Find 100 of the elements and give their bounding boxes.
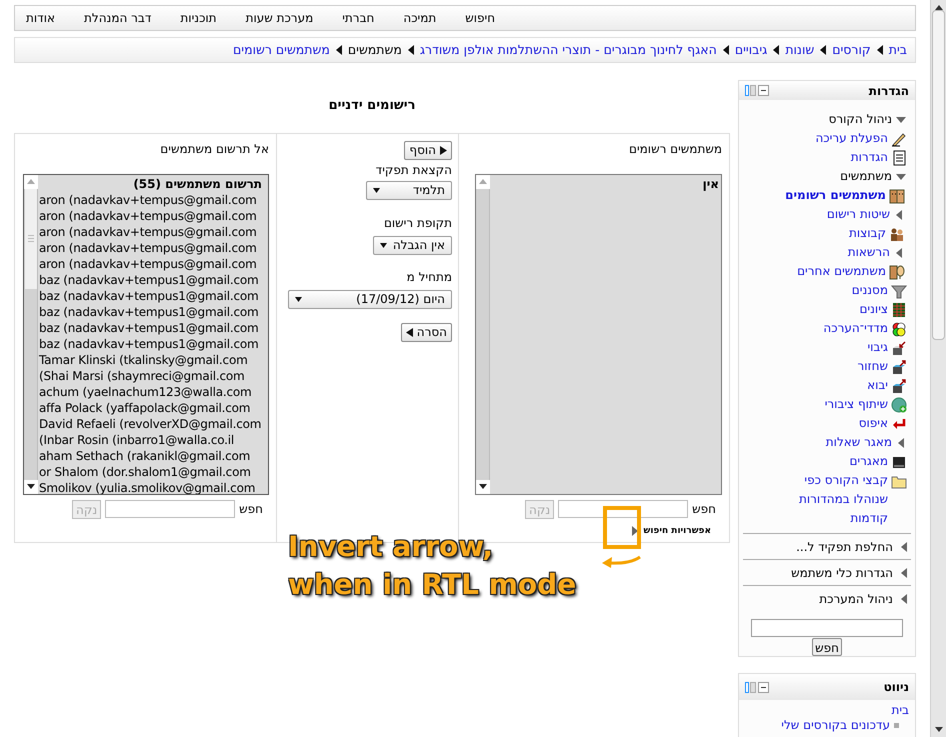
sidebar-section-link[interactable]: החלפת תפקיד ל...: [796, 538, 893, 556]
search-field[interactable]: [558, 500, 688, 518]
nav-link[interactable]: תמיכה: [403, 9, 436, 27]
listbox-option[interactable]: David Refaeli (revolverXD@gmail.com: [38, 416, 268, 432]
sidebar-link[interactable]: קבוצות: [849, 224, 886, 243]
block-controls-icon[interactable]: [745, 682, 769, 692]
users-listbox[interactable]: [23, 174, 269, 494]
breadcrumb-link[interactable]: האגף לחינוך מבוגרים - תוצרי ההשתלמות אולפן משודרג: [420, 40, 717, 60]
breadcrumb-link[interactable]: שונות: [785, 40, 814, 60]
nav-link[interactable]: חיפוש: [465, 9, 496, 27]
current-page-link[interactable]: משתמשים רשומים: [785, 186, 886, 205]
listbox-option[interactable]: baz (nadavkav+tempus1@gmail.com: [38, 320, 268, 336]
listbox-option[interactable]: affa Polack (yaffapolack@gmail.com: [38, 400, 268, 416]
scrollbar-thumb[interactable]: [932, 10, 945, 340]
sidebar-link[interactable]: הרשאות: [848, 243, 890, 262]
remove-button[interactable]: הסרה: [400, 322, 452, 342]
listbox-option[interactable]: aron (nadavkav+tempus@gmail.com: [38, 256, 268, 272]
scrollbar-thumb[interactable]: [24, 188, 36, 288]
sidebar-section-link[interactable]: ניהול המערכת: [819, 590, 893, 608]
sidebar-item-icon: [891, 454, 907, 470]
dropdown-arrow-icon: [380, 242, 387, 248]
listbox-option[interactable]: aron (nadavkav+tempus@gmail.com: [38, 224, 268, 240]
listbox-option[interactable]: baz (nadavkav+tempus1@gmail.com: [38, 272, 268, 288]
listbox-option[interactable]: or Shalom (dor.shalom1@gmail.com: [38, 464, 268, 480]
sidebar-link[interactable]: שיטות רישום: [826, 205, 890, 224]
expand-arrow-icon[interactable]: [901, 568, 907, 578]
sidebar-link[interactable]: איפוס: [858, 414, 888, 433]
dropdown[interactable]: היום (17/09/12): [288, 290, 452, 308]
nav-link[interactable]: בית: [891, 703, 909, 718]
breadcrumb-link[interactable]: קורסים: [832, 40, 871, 60]
sidebar-item-icon: [891, 321, 907, 337]
block-controls-icon[interactable]: [745, 85, 769, 96]
scroll-up-icon[interactable]: [24, 174, 38, 188]
nav-link[interactable]: אודות: [26, 9, 55, 27]
breadcrumb-link[interactable]: בית: [888, 40, 907, 60]
sidebar-section-link[interactable]: הגדרות כלי משתמש: [791, 564, 893, 582]
search-button[interactable]: חפש: [812, 638, 842, 656]
highlight-box: [603, 506, 641, 549]
sidebar-link[interactable]: מסננים: [852, 281, 888, 300]
sidebar-link[interactable]: שחזור: [857, 357, 888, 376]
sidebar-link[interactable]: שיתוף ציבורי: [824, 395, 888, 414]
breadcrumb-link[interactable]: משתמשים רשומים: [232, 40, 330, 60]
breadcrumb-separator-icon: [820, 45, 826, 55]
listbox-option[interactable]: baz (nadavkav+tempus1@gmail.com: [38, 336, 268, 352]
expand-arrow-icon[interactable]: [901, 594, 907, 604]
sidebar-link[interactable]: מאגר שאלות: [826, 433, 892, 452]
nav-link[interactable]: מערכת שעות: [246, 9, 314, 27]
nav-link[interactable]: דבר המנהלת: [84, 9, 152, 27]
listbox-option[interactable]: aron (nadavkav+tempus@gmail.com: [38, 192, 268, 208]
listbox-option[interactable]: baz (nadavkav+tempus1@gmail.com: [38, 288, 268, 304]
sidebar-heading[interactable]: ניהול הקורס: [828, 110, 892, 129]
nav-link[interactable]: עדכונים בקורסים שלי: [781, 718, 890, 733]
search-options-label[interactable]: אפשרויות חיפוש: [644, 524, 711, 538]
sidebar-item-icon: [891, 340, 907, 356]
sidebar-link[interactable]: קבצי הקורס כפי שנוהלו במהדורות קודמות: [788, 471, 888, 528]
sidebar-link[interactable]: מאגרים: [849, 452, 888, 471]
sidebar-link[interactable]: הפעלת עריכה: [815, 129, 888, 148]
page-scrollbar[interactable]: [930, 0, 946, 737]
listbox-option[interactable]: Tamar Klinski (tkalinsky@gmail.com: [38, 352, 268, 368]
sidebar-link[interactable]: ציונים: [859, 300, 888, 319]
listbox-option[interactable]: baz (nadavkav+tempus1@gmail.com: [38, 304, 268, 320]
sidebar-link[interactable]: גיבוי: [867, 338, 888, 357]
sidebar-item-icon: [891, 359, 907, 375]
sidebar-link[interactable]: יבוא: [867, 376, 888, 395]
enrolled-listbox[interactable]: אין: [475, 174, 722, 494]
listbox-option[interactable]: (Shai Marsi (shaymreci@gmail.com: [38, 368, 268, 384]
breadcrumb-link[interactable]: גיבויים: [734, 40, 768, 60]
search-label: חפש: [239, 501, 263, 518]
search-field[interactable]: [751, 619, 903, 637]
nav-link[interactable]: חברתי: [342, 9, 374, 27]
search-field[interactable]: [105, 500, 236, 518]
sidebar-heading[interactable]: משתמשים: [840, 167, 892, 186]
sidebar-link[interactable]: משתמשים אחרים: [797, 262, 886, 281]
field-label: מתחיל מ: [406, 268, 452, 286]
listbox-option[interactable]: אין: [490, 176, 719, 192]
expand-arrow-icon[interactable]: [901, 542, 907, 552]
breadcrumb-separator-icon: [722, 45, 729, 55]
sidebar-item-icon: [891, 302, 907, 318]
listbox-option[interactable]: aham Sethach (rakanikl@gmail.com: [38, 448, 268, 464]
scroll-down-icon[interactable]: [476, 480, 490, 494]
sidebar-link[interactable]: מדדי־הערכה: [823, 319, 888, 338]
sidebar-item-icon: [891, 397, 907, 413]
listbox-option[interactable]: (Inbar Rosin (inbarro1@walla.co.il: [38, 432, 268, 448]
add-button[interactable]: הוסף: [404, 140, 452, 160]
scroll-down-icon[interactable]: [24, 480, 38, 494]
expand-arrow-icon[interactable]: [632, 526, 638, 536]
nav-link[interactable]: תוכניות: [180, 9, 217, 27]
listbox-scrollbar[interactable]: [24, 174, 38, 494]
listbox-option[interactable]: aron (nadavkav+tempus@gmail.com: [38, 240, 268, 256]
dropdown[interactable]: תלמיד: [366, 180, 452, 200]
sidebar-item-icon: [891, 283, 907, 299]
sidebar-link[interactable]: הגדרות: [850, 148, 888, 167]
scroll-up-icon[interactable]: [476, 174, 490, 188]
sidebar-item-icon: [889, 188, 905, 204]
listbox-option[interactable]: achum (yaelnachum123@walla.com: [38, 384, 268, 400]
listbox-scrollbar[interactable]: [476, 174, 490, 494]
search-label: חפש: [692, 501, 716, 518]
dropdown[interactable]: אין הגבלה: [373, 236, 452, 254]
scroll-down-icon[interactable]: [934, 727, 942, 733]
listbox-option[interactable]: aron (nadavkav+tempus@gmail.com: [38, 208, 268, 224]
